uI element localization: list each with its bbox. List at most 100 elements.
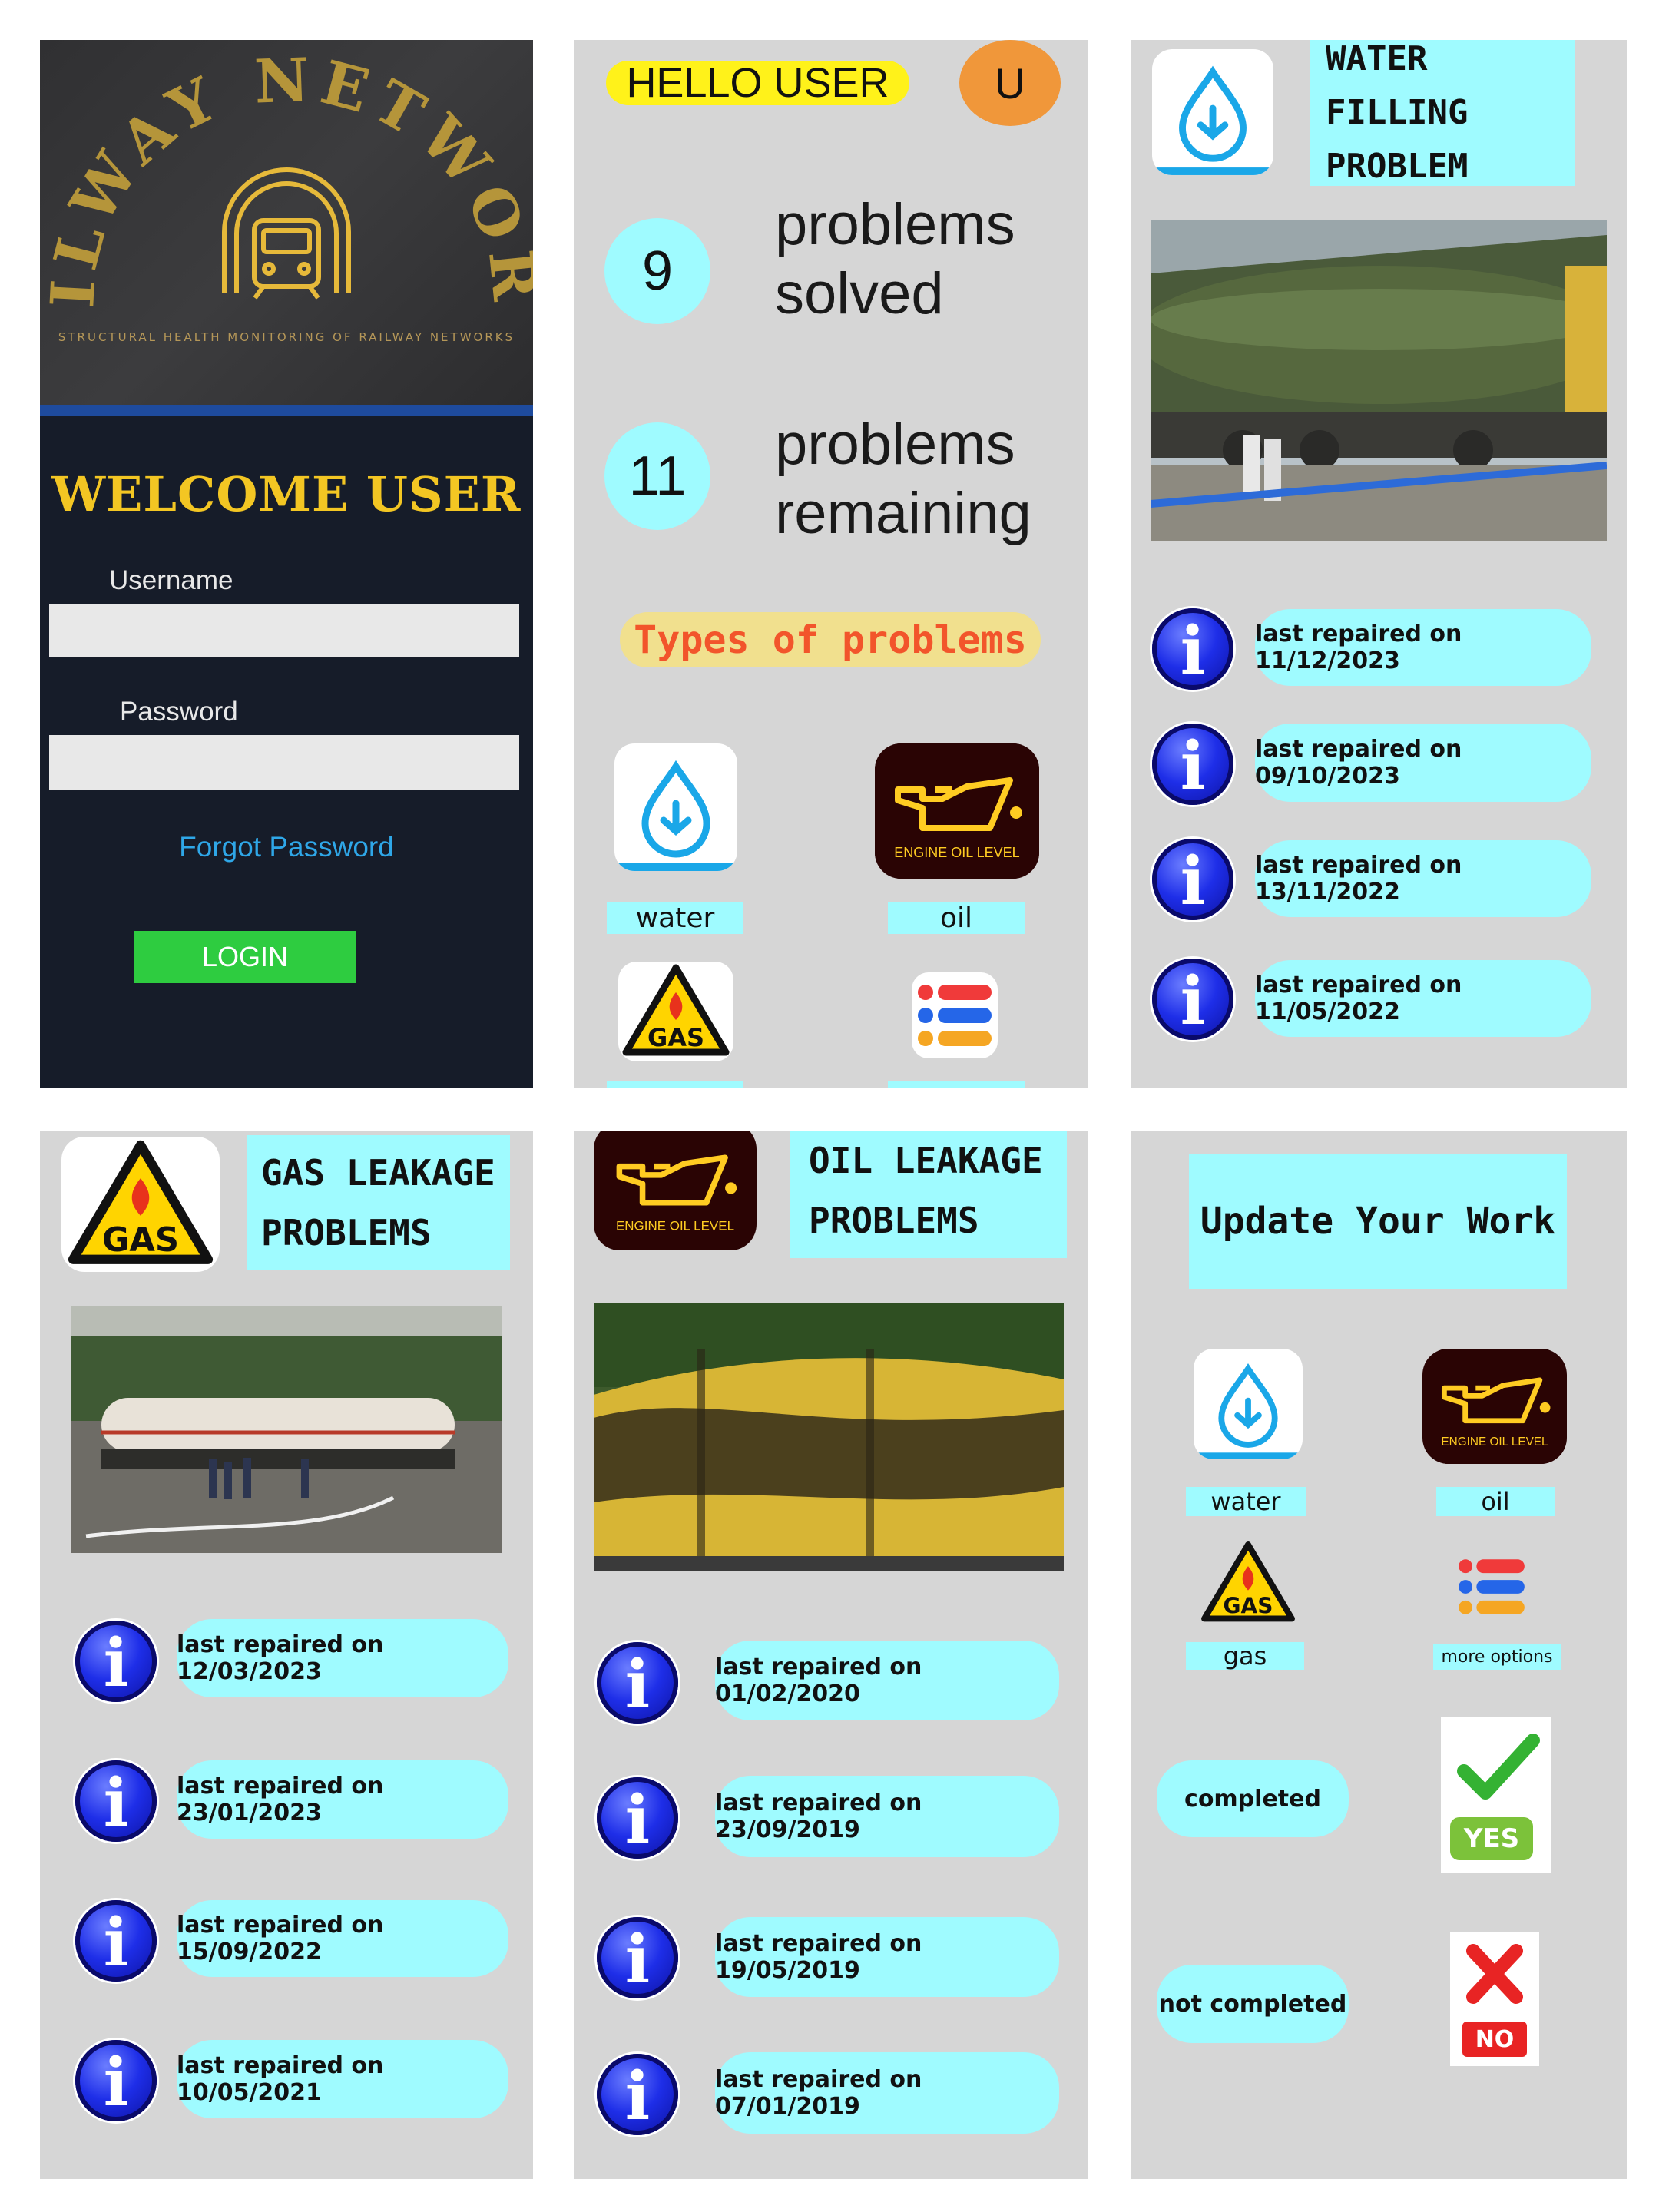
- oil-can-icon: ENGINE OIL LEVEL: [875, 743, 1039, 879]
- info-icon[interactable]: i: [597, 1777, 678, 1859]
- not-completed-status[interactable]: not completed: [1157, 1965, 1349, 2043]
- water-type-button[interactable]: [614, 743, 737, 871]
- oil-tanker-photo: [594, 1303, 1064, 1571]
- info-icon[interactable]: i: [1152, 839, 1233, 920]
- svg-text:ENGINE OIL LEVEL: ENGINE OIL LEVEL: [1441, 1435, 1548, 1449]
- yes-label: YES: [1463, 1823, 1520, 1854]
- info-icon[interactable]: i: [597, 2054, 678, 2135]
- oil-title-line1: OIL LEAKAGE: [809, 1140, 1043, 1181]
- update-gas-label[interactable]: gas: [1186, 1641, 1304, 1671]
- gas-warning-icon: GAS: [68, 1140, 214, 1264]
- gas-warning-icon: GAS: [622, 964, 730, 1056]
- gas-repair-2: last repaired on 23/01/2023: [177, 1760, 508, 1839]
- yes-button[interactable]: YES: [1441, 1717, 1551, 1873]
- more-type-label-cropped[interactable]: [888, 1081, 1025, 1088]
- water-drop-icon: [1152, 65, 1273, 175]
- remaining-label: problems remaining: [775, 410, 1031, 548]
- gas-repair-4: last repaired on 10/05/2021: [177, 2040, 508, 2118]
- gas-problem-icon: GAS: [61, 1137, 220, 1272]
- password-input[interactable]: [49, 735, 519, 790]
- menu-list-icon: [918, 985, 992, 1046]
- water-problem-screen: WATER FILLING PROBLEM i last repaired on…: [1131, 40, 1627, 1088]
- water-repair-4: last repaired on 11/05/2022: [1255, 960, 1591, 1037]
- info-icon[interactable]: i: [597, 1642, 678, 1724]
- water-tanker-photo: [1151, 220, 1607, 541]
- railway-logo: RAILWAY NETWORKS STRUCTURAL HEALTH MONIT…: [40, 40, 533, 344]
- completed-status[interactable]: completed: [1157, 1760, 1349, 1837]
- forgot-password-link[interactable]: Forgot Password: [40, 831, 533, 863]
- water-problem-icon: [1152, 49, 1273, 175]
- more-options-button[interactable]: [912, 972, 998, 1058]
- login-screen: RAILWAY NETWORKS STRUCTURAL HEALTH MONIT…: [40, 40, 533, 1088]
- brand-arc-text: RAILWAY NETWORKS: [40, 40, 533, 311]
- water-repair-3: last repaired on 13/11/2022: [1255, 840, 1591, 917]
- username-input[interactable]: [49, 604, 519, 657]
- oil-problem-icon: ENGINE OIL LEVEL: [594, 1131, 757, 1250]
- gas-title-line1: GAS LEAKAGE: [261, 1152, 495, 1194]
- svg-text:GAS: GAS: [647, 1023, 704, 1052]
- svg-text:GAS: GAS: [1224, 1593, 1273, 1618]
- water-type-label[interactable]: water: [607, 902, 743, 934]
- gas-problem-screen: GAS GAS LEAKAGE PROBLEMS i last repaired…: [40, 1131, 533, 2179]
- types-heading: Types of problems: [620, 612, 1041, 667]
- oil-can-icon: ENGINE OIL LEVEL: [598, 1131, 753, 1250]
- water-problem-title: WATER FILLING PROBLEM: [1310, 40, 1575, 186]
- update-more-options-label[interactable]: more options: [1433, 1644, 1561, 1670]
- menu-list-icon: [1459, 1559, 1525, 1614]
- info-icon[interactable]: i: [75, 2040, 157, 2121]
- login-button[interactable]: LOGIN: [134, 931, 356, 983]
- info-icon[interactable]: i: [1152, 959, 1233, 1040]
- info-icon[interactable]: i: [75, 1621, 157, 1702]
- oil-problem-screen: ENGINE OIL LEVEL OIL LEAKAGE PROBLEMS i …: [574, 1131, 1088, 2179]
- info-icon[interactable]: i: [75, 1900, 157, 1982]
- gas-warning-icon: GAS: [1201, 1541, 1295, 1622]
- water-drop-icon: [1194, 1363, 1302, 1459]
- no-button[interactable]: NO: [1450, 1932, 1539, 2066]
- gas-title-line2: PROBLEMS: [261, 1212, 432, 1253]
- solved-label: problems solved: [775, 190, 1015, 329]
- solved-label-line2: solved: [775, 261, 944, 326]
- update-water-label[interactable]: water: [1186, 1487, 1306, 1516]
- solved-count: 9: [604, 218, 710, 324]
- no-label: NO: [1475, 2025, 1515, 2053]
- info-icon[interactable]: i: [597, 1917, 678, 1998]
- oil-problem-title: OIL LEAKAGE PROBLEMS: [790, 1131, 1067, 1258]
- brand-subtitle: STRUCTURAL HEALTH MONITORING OF RAILWAY …: [58, 330, 515, 344]
- update-water-button[interactable]: [1194, 1349, 1303, 1459]
- password-label: Password: [120, 697, 238, 727]
- update-more-options-button[interactable]: [1453, 1548, 1530, 1625]
- svg-text:GAS: GAS: [102, 1221, 179, 1260]
- update-title: Update Your Work: [1189, 1154, 1567, 1289]
- info-icon[interactable]: i: [75, 1760, 157, 1842]
- username-label: Username: [109, 565, 233, 595]
- gas-type-button[interactable]: GAS: [618, 962, 733, 1061]
- svg-text:ENGINE OIL LEVEL: ENGINE OIL LEVEL: [616, 1219, 734, 1233]
- welcome-heading: WELCOME USER: [51, 466, 522, 522]
- gas-tanker-photo: [71, 1306, 502, 1553]
- oil-repair-2: last repaired on 23/09/2019: [715, 1776, 1059, 1857]
- oil-repair-1: last repaired on 01/02/2020: [715, 1641, 1059, 1720]
- remaining-label-line2: remaining: [775, 481, 1031, 546]
- update-oil-label[interactable]: oil: [1436, 1487, 1555, 1516]
- oil-repair-3: last repaired on 19/05/2019: [715, 1917, 1059, 1997]
- gas-problem-title: GAS LEAKAGE PROBLEMS: [247, 1135, 510, 1270]
- water-title-line1: WATER FILLING: [1326, 40, 1469, 132]
- gas-repair-3: last repaired on 15/09/2022: [177, 1900, 508, 1977]
- gas-type-label-cropped[interactable]: [607, 1081, 743, 1088]
- svg-text:ENGINE OIL LEVEL: ENGINE OIL LEVEL: [894, 845, 1019, 860]
- gas-repair-1: last repaired on 12/03/2023: [177, 1619, 508, 1697]
- solved-label-line1: problems: [775, 192, 1015, 257]
- avatar[interactable]: U: [959, 40, 1061, 126]
- water-drop-icon: [614, 760, 737, 871]
- remaining-count: 11: [604, 422, 710, 530]
- info-icon[interactable]: i: [1152, 608, 1233, 690]
- update-oil-button[interactable]: ENGINE OIL LEVEL: [1422, 1349, 1567, 1464]
- oil-type-label[interactable]: oil: [888, 902, 1025, 934]
- water-repair-2: last repaired on 09/10/2023: [1255, 724, 1591, 802]
- info-icon[interactable]: i: [1152, 724, 1233, 805]
- oil-type-button[interactable]: ENGINE OIL LEVEL: [875, 743, 1039, 879]
- update-gas-button[interactable]: GAS: [1197, 1539, 1300, 1627]
- oil-can-icon: ENGINE OIL LEVEL: [1424, 1349, 1565, 1464]
- update-work-screen: Update Your Work water ENGINE OIL LEVEL …: [1131, 1131, 1627, 2179]
- water-title-line2: PROBLEM: [1326, 147, 1469, 186]
